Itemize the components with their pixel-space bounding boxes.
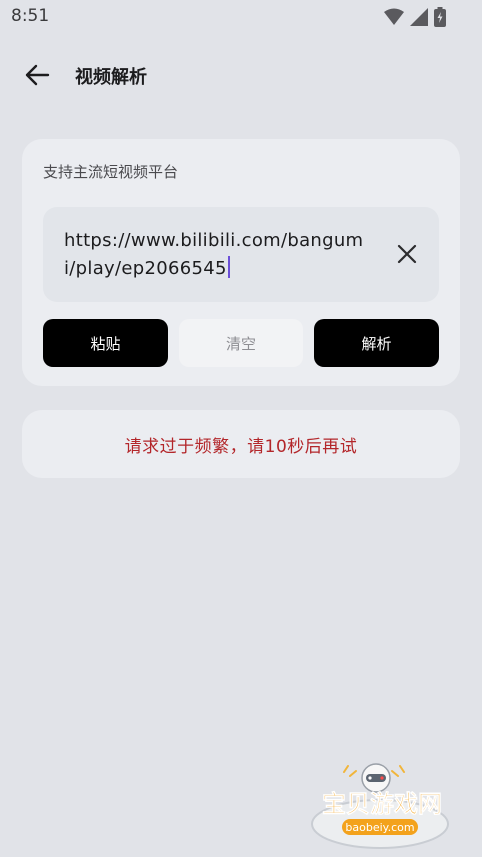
app-bar: 视频解析 <box>0 50 482 100</box>
signal-icon <box>410 8 428 26</box>
button-row: 粘贴 清空 解析 <box>43 319 439 367</box>
gamepad-mascot-icon: 宝贝游戏网 baobeiy.com <box>311 763 449 849</box>
message-card: 请求过于频繁，请10秒后再试 <box>22 410 460 478</box>
parse-card: 支持主流短视频平台 https://www.bilibili.com/bangu… <box>22 139 460 386</box>
wifi-icon <box>384 8 404 25</box>
card-subtitle: 支持主流短视频平台 <box>43 163 179 181</box>
status-icons <box>384 7 446 27</box>
watermark-title: 宝贝游戏网 <box>322 790 442 818</box>
arrow-left-icon <box>25 64 50 86</box>
parse-button[interactable]: 解析 <box>314 319 439 367</box>
error-message: 请求过于频繁，请10秒后再试 <box>124 436 358 457</box>
watermark-domain: baobeiy.com <box>345 821 414 834</box>
back-button[interactable] <box>20 60 54 90</box>
battery-icon <box>434 7 446 27</box>
text-caret <box>227 256 230 278</box>
url-input[interactable]: https://www.bilibili.com/bangumi/play/ep… <box>43 207 439 302</box>
clear-button[interactable]: 清空 <box>179 319 303 367</box>
status-bar: 8:51 <box>0 0 482 32</box>
watermark-logo: 宝贝游戏网 baobeiy.com <box>300 762 460 852</box>
url-input-text[interactable]: https://www.bilibili.com/bangumi/play/ep… <box>64 227 364 283</box>
paste-button[interactable]: 粘贴 <box>43 319 168 367</box>
url-value: https://www.bilibili.com/bangumi/play/ep… <box>64 230 364 279</box>
close-icon[interactable] <box>395 242 419 266</box>
status-time: 8:51 <box>11 6 50 26</box>
page-title: 视频解析 <box>75 67 147 88</box>
